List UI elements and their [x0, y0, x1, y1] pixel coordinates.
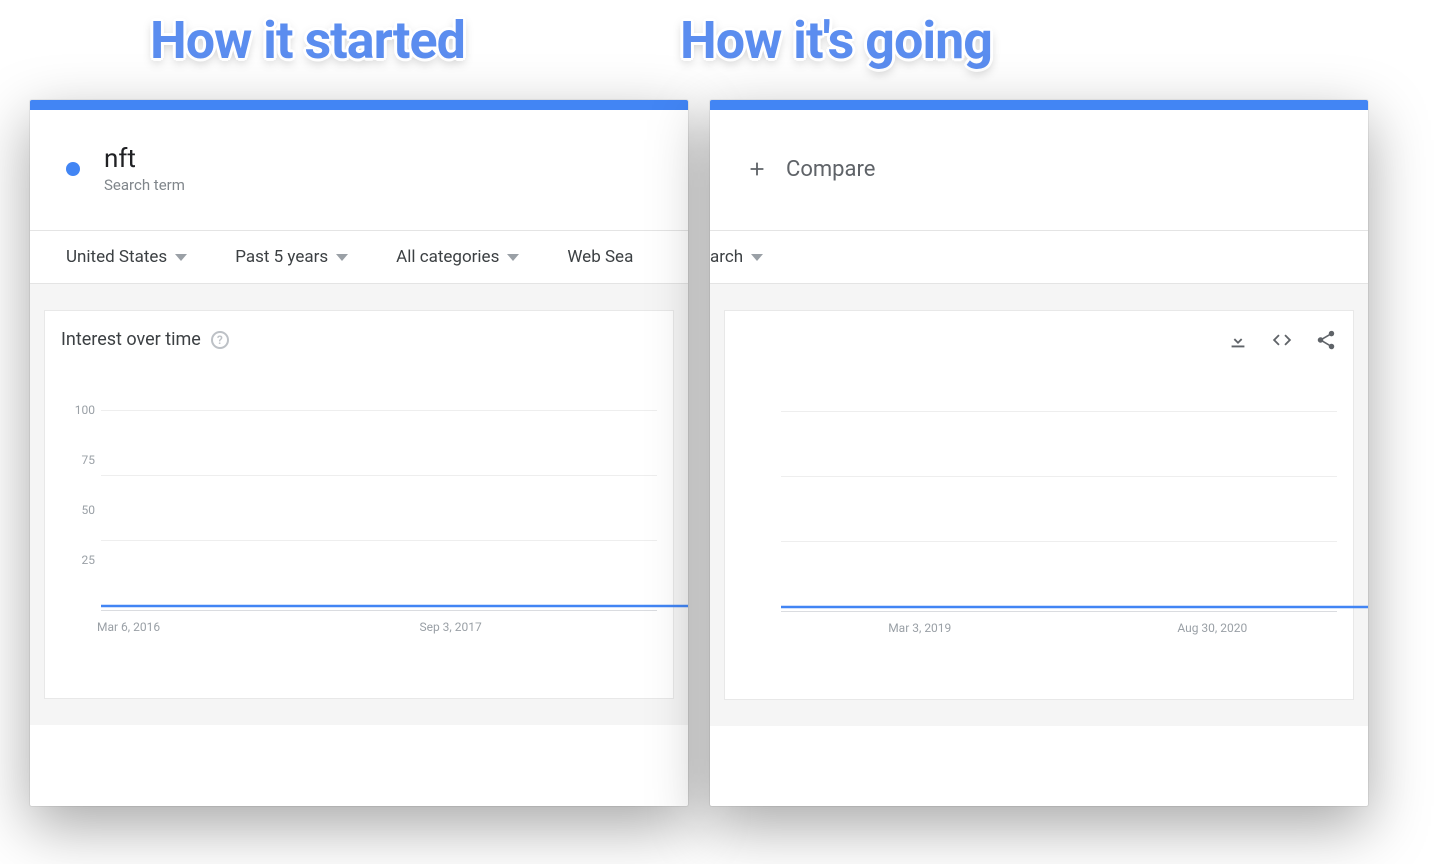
search-term-subtitle: Search term [104, 176, 185, 194]
filter-region[interactable]: United States [66, 247, 187, 267]
trends-panel-left: nft Search term United States Past 5 yea… [30, 100, 688, 806]
chart-container: Interest over time ? 100 75 50 25 M [30, 284, 688, 725]
search-term-row[interactable]: nft Search term [30, 110, 688, 230]
embed-icon[interactable] [1271, 329, 1293, 351]
share-icon[interactable] [1315, 329, 1337, 351]
chart-card: Mar 3, 2019 Aug 30, 2020 [724, 310, 1354, 700]
filter-type-label-fragment: Web Sea [567, 247, 633, 267]
y-tick: 25 [82, 553, 96, 567]
line-chart-right [781, 411, 1368, 611]
x-tick: Sep 3, 2017 [419, 620, 481, 634]
x-tick: Aug 30, 2020 [1177, 621, 1247, 635]
compare-label: Compare [786, 157, 875, 182]
chevron-down-icon [336, 254, 348, 261]
chevron-down-icon [751, 254, 763, 261]
plus-icon [746, 158, 768, 180]
filter-search-type[interactable]: Web Sea [567, 247, 633, 267]
y-tick: 100 [75, 403, 95, 417]
chart-container: Mar 3, 2019 Aug 30, 2020 [710, 284, 1368, 726]
accent-strip [710, 100, 1368, 110]
download-icon[interactable] [1227, 329, 1249, 351]
plot-left: 100 75 50 25 Mar 6, 2016 Sep 3, 2017 [61, 410, 657, 670]
meme-title-left: How it started [150, 10, 465, 71]
chart-title: Interest over time [61, 329, 201, 350]
filter-bar-right: arch [710, 230, 1368, 284]
y-tick: 50 [82, 503, 96, 517]
x-tick: Mar 3, 2019 [888, 621, 951, 635]
filter-category[interactable]: All categories [396, 247, 519, 267]
meme-title-right: How it's going [680, 10, 992, 71]
accent-strip [30, 100, 688, 110]
filter-period-label: Past 5 years [235, 247, 328, 267]
filter-search-type-continued[interactable]: arch [710, 247, 763, 267]
filter-category-label: All categories [396, 247, 499, 267]
search-term-text: nft [104, 144, 185, 174]
series-color-dot [66, 162, 80, 176]
y-tick: 75 [82, 453, 96, 467]
line-chart-left [101, 410, 688, 610]
filter-region-label: United States [66, 247, 167, 267]
x-tick: Mar 6, 2016 [97, 620, 160, 634]
chart-card: Interest over time ? 100 75 50 25 M [44, 310, 674, 699]
compare-row[interactable]: Compare [710, 110, 1368, 230]
filter-type-label-fragment-right: arch [710, 247, 743, 267]
chart-actions [1227, 329, 1337, 351]
plot-right: Mar 3, 2019 Aug 30, 2020 [741, 411, 1337, 671]
filter-period[interactable]: Past 5 years [235, 247, 348, 267]
filter-bar: United States Past 5 years All categorie… [30, 230, 688, 284]
trends-panel-right: Compare arch [710, 100, 1368, 806]
chevron-down-icon [175, 254, 187, 261]
chevron-down-icon [507, 254, 519, 261]
help-icon[interactable]: ? [211, 331, 229, 349]
y-axis-labels: 100 75 50 25 [61, 410, 95, 610]
